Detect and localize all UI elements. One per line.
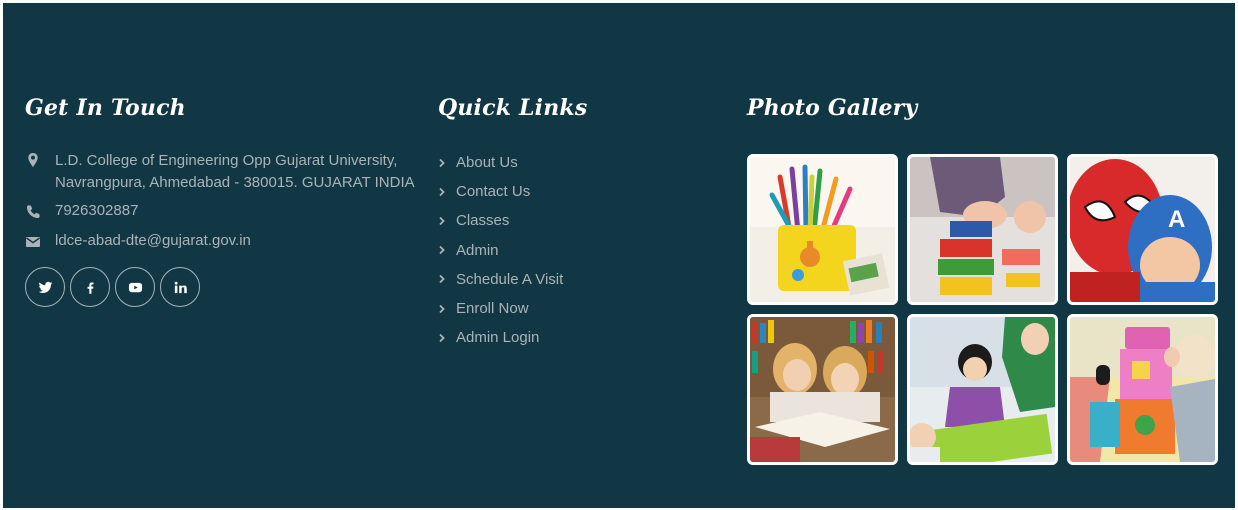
svg-text:A: A [1168,206,1185,233]
map-marker-icon [25,152,41,168]
phone-row: 7926302887 [25,202,138,220]
facebook-icon [83,280,98,295]
site-footer: Get In Touch L.D. College of Engineering… [3,3,1235,508]
quick-link-schedule-a-visit[interactable]: Schedule A Visit [437,265,563,294]
quick-link-label: Admin Login [456,329,540,347]
address-row: L.D. College of Engineering Opp Gujarat … [25,150,435,194]
twitter-icon [38,280,53,295]
chevron-right-icon [437,245,447,255]
quick-link-classes[interactable]: Classes [437,206,563,235]
chevron-right-icon [437,216,447,226]
linkedin-button[interactable] [160,267,200,307]
quick-link-label: Contact Us [456,183,531,201]
social-links [25,267,200,307]
address-text: L.D. College of Engineering Opp Gujarat … [55,152,415,191]
phone-icon [25,204,41,220]
quick-link-label: Classes [456,212,510,230]
quick-link-label: Admin [456,241,499,259]
gallery-photo-kids-reading[interactable] [747,314,898,465]
links-heading: Quick Links [438,95,588,121]
photo-gallery: A [747,154,1218,465]
gallery-heading: Photo Gallery [747,95,918,121]
youtube-button[interactable] [115,267,155,307]
phone-text: 7926302887 [55,202,139,219]
quick-link-enroll-now[interactable]: Enroll Now [437,294,563,323]
chevron-right-icon [437,333,447,343]
gallery-photo-pencil-cup[interactable] [747,154,898,305]
twitter-button[interactable] [25,267,65,307]
email-text: ldce-abad-dte@gujarat.gov.in [55,232,251,249]
chevron-right-icon [437,274,447,284]
gallery-photo-building-blocks[interactable] [907,154,1058,305]
gallery-photo-child-drawing[interactable] [907,314,1058,465]
quick-link-about-us[interactable]: About Us [437,148,563,177]
contact-heading: Get In Touch [25,95,186,121]
linkedin-icon [173,280,188,295]
quick-links-list: About Us Contact Us Classes Admin Schedu… [437,148,563,352]
quick-link-admin[interactable]: Admin [437,236,563,265]
gallery-photo-toy-house[interactable] [1067,314,1218,465]
chevron-right-icon [437,187,447,197]
gallery-photo-superhero-masks[interactable]: A [1067,154,1218,305]
quick-link-admin-login[interactable]: Admin Login [437,323,563,352]
quick-link-label: Enroll Now [456,300,529,318]
quick-link-label: Schedule A Visit [456,270,564,288]
quick-link-contact-us[interactable]: Contact Us [437,177,563,206]
quick-link-label: About Us [456,154,518,172]
chevron-right-icon [437,304,447,314]
facebook-button[interactable] [70,267,110,307]
youtube-icon [128,280,143,295]
email-row: ldce-abad-dte@gujarat.gov.in [25,232,251,250]
envelope-icon [25,234,41,250]
chevron-right-icon [437,158,447,168]
